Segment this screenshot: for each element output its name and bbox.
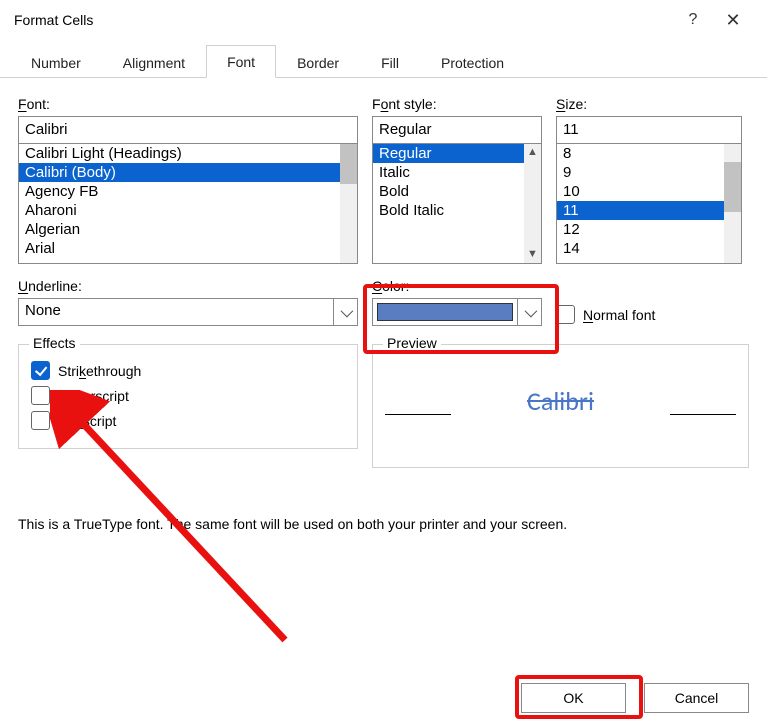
normal-font-checkbox[interactable] — [556, 305, 575, 324]
list-item[interactable]: Regular — [373, 144, 541, 163]
list-item[interactable]: 9 — [557, 163, 741, 182]
list-item[interactable]: 11 — [557, 201, 741, 220]
color-label: Color: — [372, 278, 542, 294]
list-item[interactable]: 10 — [557, 182, 741, 201]
font-hint: This is a TrueType font. The same font w… — [18, 516, 749, 532]
superscript-checkbox[interactable] — [31, 386, 50, 405]
list-item[interactable]: Calibri (Body) — [19, 163, 357, 182]
subscript-label: Subscript — [58, 413, 116, 429]
list-item[interactable]: Algerian — [19, 220, 357, 239]
tab-number[interactable]: Number — [10, 46, 102, 78]
scrollbar[interactable] — [340, 144, 357, 263]
list-item[interactable]: Calibri Light (Headings) — [19, 144, 357, 163]
effects-group: Effects Strikethrough Superscript Subscr… — [18, 344, 358, 449]
dialog-title: Format Cells — [14, 12, 673, 28]
ok-button[interactable]: OK — [521, 683, 626, 713]
tab-font[interactable]: Font — [206, 45, 276, 78]
underline-label: Underline: — [18, 278, 358, 294]
list-item[interactable]: 12 — [557, 220, 741, 239]
superscript-label: Superscript — [58, 388, 129, 404]
font-label: Font: — [18, 96, 358, 112]
font-style-label: Font style: — [372, 96, 542, 112]
tab-strip: Number Alignment Font Border Fill Protec… — [0, 38, 767, 78]
color-combo[interactable] — [372, 298, 542, 326]
arrow-down-icon[interactable]: ▼ — [524, 246, 541, 263]
list-item[interactable]: Bold — [373, 182, 541, 201]
size-label: Size: — [556, 96, 742, 112]
preview-text: Calibri — [527, 385, 594, 417]
effects-legend: Effects — [29, 335, 80, 351]
tab-alignment[interactable]: Alignment — [102, 46, 206, 78]
list-item[interactable]: Bold Italic — [373, 201, 541, 220]
preview-legend: Preview — [383, 335, 441, 351]
chevron-down-icon[interactable] — [517, 299, 541, 325]
cancel-button[interactable]: Cancel — [644, 683, 749, 713]
tab-protection[interactable]: Protection — [420, 46, 525, 78]
font-style-input[interactable]: Regular — [372, 116, 542, 144]
arrow-up-icon[interactable]: ▲ — [524, 144, 541, 161]
dialog-buttons: OK Cancel — [521, 683, 749, 713]
list-item[interactable]: Arial — [19, 239, 357, 258]
normal-font-label: Normal font — [583, 307, 655, 323]
subscript-checkbox[interactable] — [31, 411, 50, 430]
help-icon[interactable]: ? — [673, 11, 713, 29]
scrollbar[interactable] — [724, 144, 741, 263]
strikethrough-label: Strikethrough — [58, 363, 141, 379]
tab-panel-font: Font: Calibri Calibri Light (Headings) C… — [0, 78, 767, 532]
font-style-listbox[interactable]: Regular Italic Bold Bold Italic ▲ ▼ — [372, 144, 542, 264]
chevron-down-icon[interactable] — [333, 299, 357, 325]
underline-combo[interactable]: None — [18, 298, 358, 326]
preview-group: Preview Calibri — [372, 344, 749, 468]
list-item[interactable]: Aharoni — [19, 201, 357, 220]
close-icon[interactable]: ✕ — [713, 10, 753, 31]
size-input[interactable]: 11 — [556, 116, 742, 144]
strikethrough-checkbox[interactable] — [31, 361, 50, 380]
color-swatch — [377, 303, 513, 321]
title-bar: Format Cells ? ✕ — [0, 0, 767, 38]
size-listbox[interactable]: 8 9 10 11 12 14 — [556, 144, 742, 264]
font-input[interactable]: Calibri — [18, 116, 358, 144]
tab-fill[interactable]: Fill — [360, 46, 420, 78]
list-item[interactable]: 14 — [557, 239, 741, 258]
font-listbox[interactable]: Calibri Light (Headings) Calibri (Body) … — [18, 144, 358, 264]
tab-border[interactable]: Border — [276, 46, 360, 78]
list-item[interactable]: 8 — [557, 144, 741, 163]
scrollbar[interactable]: ▲ ▼ — [524, 144, 541, 263]
list-item[interactable]: Agency FB — [19, 182, 357, 201]
list-item[interactable]: Italic — [373, 163, 541, 182]
